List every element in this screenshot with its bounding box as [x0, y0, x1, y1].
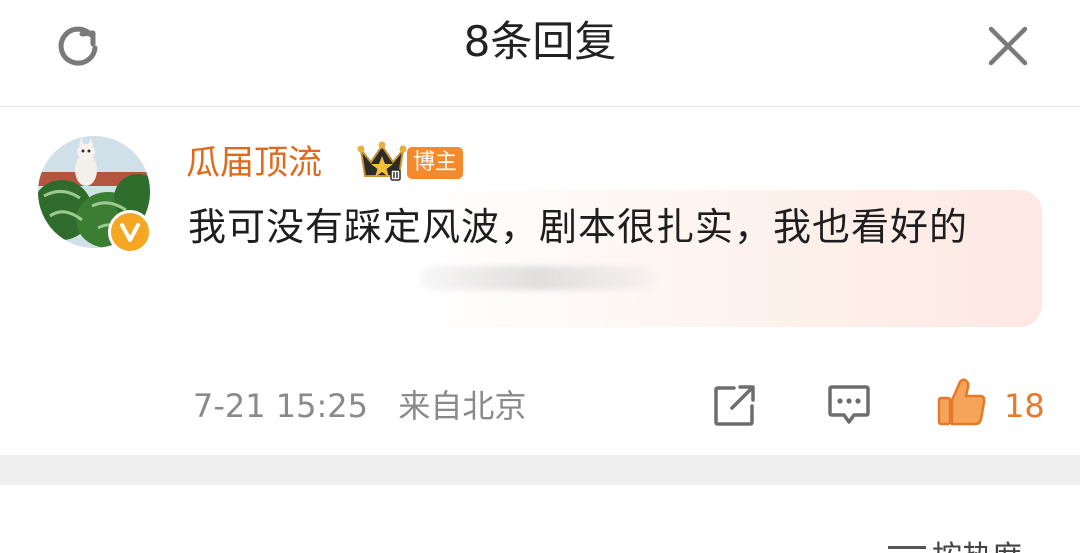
comment-text: 我可没有踩定风波，剧本很扎实，我也看好的	[188, 205, 969, 249]
verified-badge-icon	[108, 210, 152, 254]
share-button[interactable]	[712, 382, 758, 428]
reply-header: 8条回复	[0, 0, 1080, 107]
sort-option[interactable]: 按热度	[888, 538, 1048, 553]
share-icon	[714, 385, 755, 426]
section-divider	[0, 455, 1080, 485]
comment-time: 7-21 15:25	[193, 387, 369, 425]
comment-icon	[828, 385, 870, 424]
close-icon	[988, 26, 1028, 66]
thumbs-up-icon	[937, 378, 986, 426]
comment-meta: 7-21 15:25 来自北京	[193, 384, 526, 428]
like-button[interactable]	[936, 376, 988, 428]
blurred-text	[420, 266, 656, 290]
page-title: 8条回复	[463, 17, 617, 66]
username[interactable]: 瓜届顶流	[186, 140, 322, 186]
like-count: 18	[1004, 387, 1045, 425]
crown-icon	[357, 141, 407, 181]
close-button[interactable]	[976, 14, 1040, 78]
blogger-badge: 博主	[407, 147, 463, 179]
comment-location: 来自北京	[398, 387, 527, 425]
comment-button[interactable]	[826, 382, 872, 428]
